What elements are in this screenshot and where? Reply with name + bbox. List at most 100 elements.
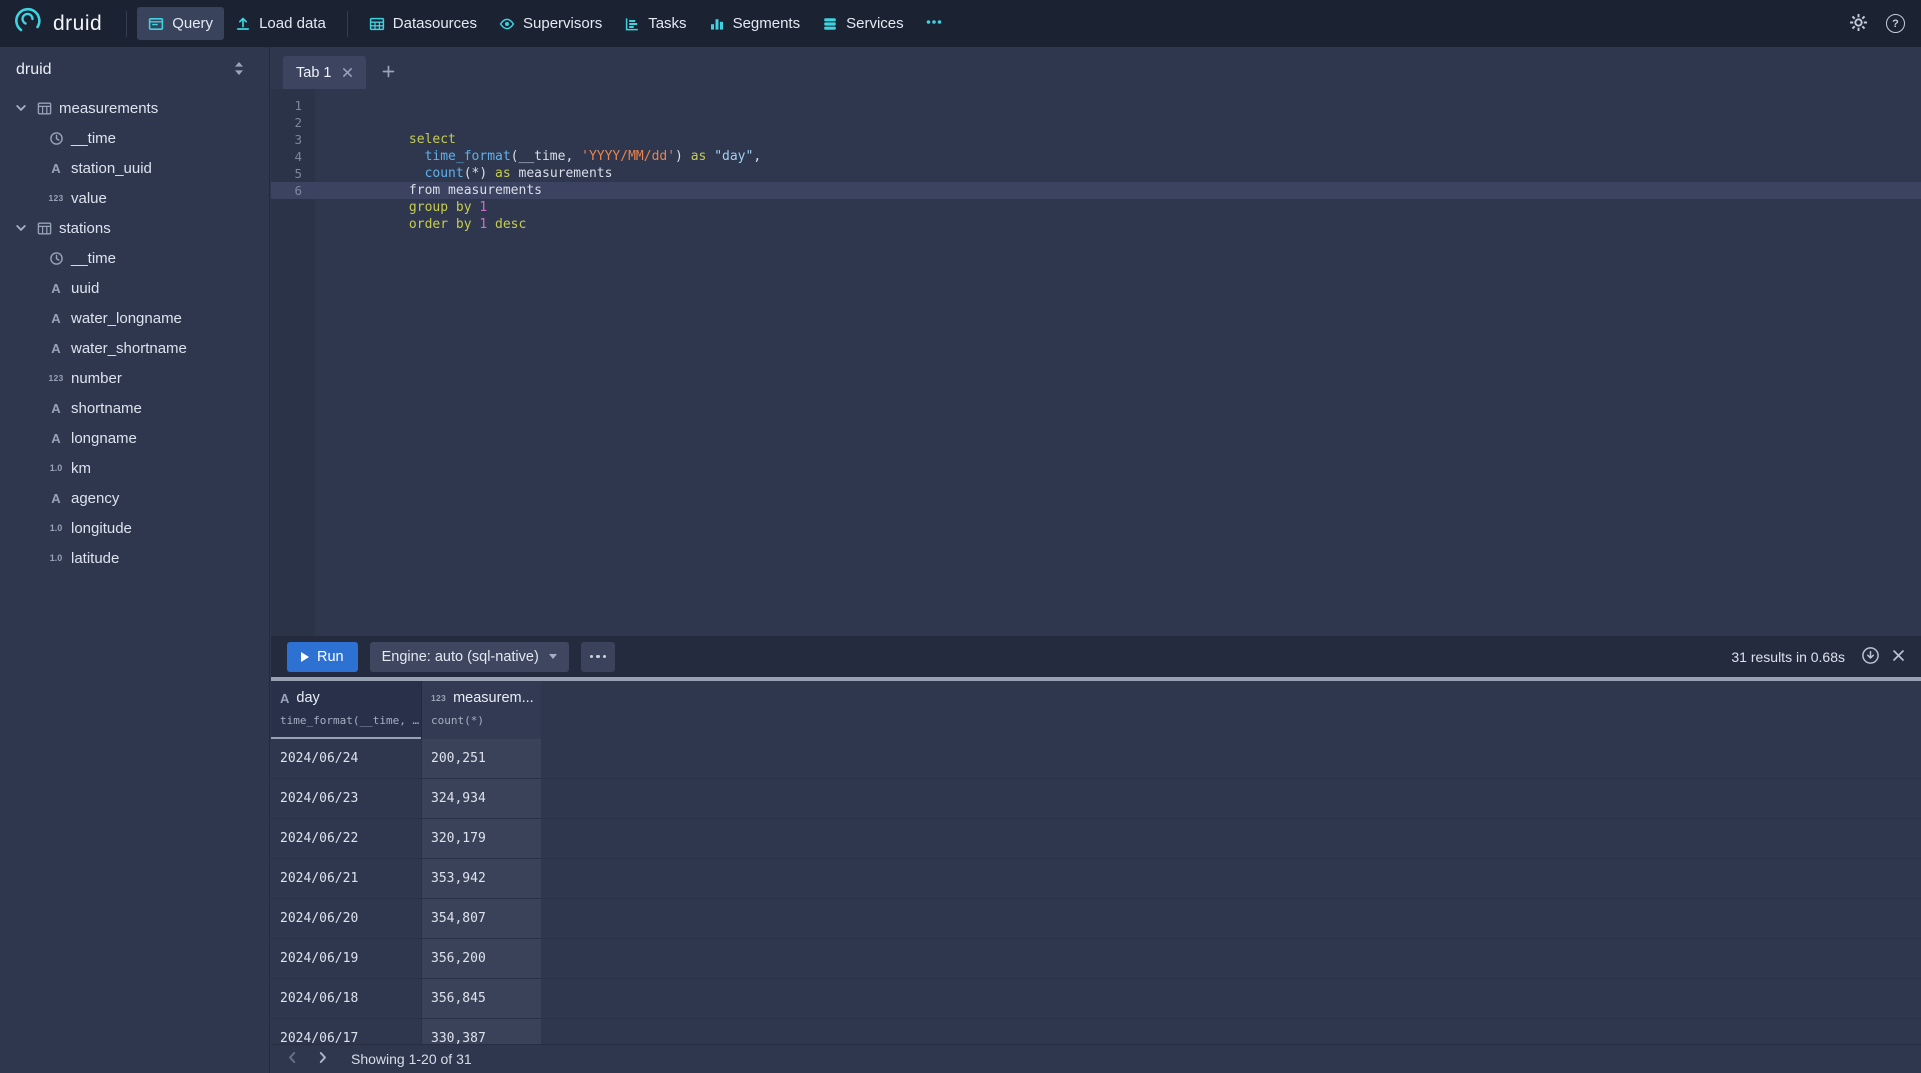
code-line[interactable]: 1 select: [271, 97, 1921, 114]
tree-item-label: stations: [59, 220, 111, 237]
result-row: 2024/06/22 320,179: [271, 819, 1921, 859]
more-icon: [925, 14, 943, 33]
help-icon: ?: [1886, 14, 1905, 33]
line-number: 5: [271, 165, 315, 182]
column-expression: count(*): [431, 714, 541, 727]
run-bar: Run Engine: auto (sql-native) 31 results…: [271, 636, 1921, 677]
code-token: as: [691, 149, 707, 164]
string-type-icon: A: [46, 161, 66, 176]
cell-count[interactable]: 330,387: [422, 1019, 541, 1044]
sort-columns-button[interactable]: [233, 61, 245, 79]
tree-item[interactable]: A 123 1.0 longname: [0, 423, 269, 453]
tree-item[interactable]: A 123 1.0 agency: [0, 483, 269, 513]
tree-item[interactable]: A 123 1.0 water_longname: [0, 303, 269, 333]
tree-item[interactable]: A 123 1.0 longitude: [0, 513, 269, 543]
tree-item[interactable]: A 123 1.0 uuid: [0, 273, 269, 303]
code-line[interactable]: 6 order by 1 desc: [271, 182, 1921, 199]
results-header: A day time_format(__time, … 123 measurem…: [271, 681, 1921, 739]
pagination-text: Showing 1-20 of 31: [351, 1051, 472, 1067]
nav-more-button[interactable]: [915, 7, 953, 40]
nav-item-load-data[interactable]: Load data: [224, 7, 337, 40]
services-icon: [822, 16, 838, 32]
supervisors-icon: [499, 16, 515, 32]
nav-item-datasources[interactable]: Datasources: [358, 7, 488, 40]
cell-count[interactable]: 356,845: [422, 979, 541, 1018]
help-button[interactable]: ?: [1886, 14, 1905, 33]
result-row: 2024/06/20 354,807: [271, 899, 1921, 939]
tree-item-label: longname: [71, 430, 137, 447]
druid-logo[interactable]: druid: [14, 6, 102, 41]
result-row: 2024/06/24 200,251: [271, 739, 1921, 779]
chevron-right-icon: [315, 1050, 330, 1068]
nav-item-supervisors[interactable]: Supervisors: [488, 7, 613, 40]
nav-item-tasks[interactable]: Tasks: [613, 7, 697, 40]
load-data-icon: [235, 16, 251, 32]
tree-item-label: shortname: [71, 400, 142, 417]
code-token: ,: [565, 149, 581, 164]
query-icon: [148, 16, 164, 32]
double-caret-vertical-icon: [233, 61, 245, 79]
run-button-label: Run: [317, 649, 344, 665]
nav-item-label: Tasks: [648, 15, 686, 32]
close-results-button[interactable]: [1892, 649, 1905, 665]
pagination-footer: Showing 1-20 of 31: [271, 1044, 1921, 1073]
tree-item[interactable]: A 123 1.0 __time: [0, 123, 269, 153]
tab-1[interactable]: Tab 1: [283, 56, 366, 89]
settings-button[interactable]: [1849, 13, 1868, 35]
nav-item-label: Datasources: [393, 15, 477, 32]
string-type-icon: A: [46, 341, 66, 356]
tree-item[interactable]: A 123 1.0 __time: [0, 243, 269, 273]
tree-item[interactable]: A 123 1.0 value: [0, 183, 269, 213]
code-line[interactable]: 2 time_format(__time, 'YYYY/MM/dd') as "…: [271, 114, 1921, 131]
nav-item-query[interactable]: Query: [137, 7, 224, 40]
cell-day[interactable]: 2024/06/19: [271, 939, 422, 978]
cell-day[interactable]: 2024/06/18: [271, 979, 422, 1018]
code-line[interactable]: 4 from measurements: [271, 148, 1921, 165]
cell-day[interactable]: 2024/06/17: [271, 1019, 422, 1044]
tree-item[interactable]: A 123 1.0 shortname: [0, 393, 269, 423]
nav-item-services[interactable]: Services: [811, 7, 915, 40]
play-icon: [301, 652, 309, 662]
cell-count[interactable]: 356,200: [422, 939, 541, 978]
close-tab-icon[interactable]: [342, 67, 353, 78]
tree-item[interactable]: A 123 1.0 number: [0, 363, 269, 393]
cell-count[interactable]: 324,934: [422, 779, 541, 818]
cell-day[interactable]: 2024/06/24: [271, 739, 422, 778]
code-line[interactable]: 3 count(*) as measurements: [271, 131, 1921, 148]
cell-count[interactable]: 353,942: [422, 859, 541, 898]
cell-day[interactable]: 2024/06/21: [271, 859, 422, 898]
clock-icon: [46, 131, 66, 146]
tree-item[interactable]: A 123 1.0 water_shortname: [0, 333, 269, 363]
code-token: desc: [495, 217, 526, 232]
engine-select[interactable]: Engine: auto (sql-native): [370, 642, 569, 672]
druid-wordmark: druid: [53, 12, 102, 36]
line-number: 1: [271, 97, 315, 114]
cell-day[interactable]: 2024/06/23: [271, 779, 422, 818]
tree-item[interactable]: A 123 1.0 stations: [0, 213, 269, 243]
query-more-button[interactable]: [581, 642, 615, 672]
next-page-button[interactable]: [309, 1047, 335, 1071]
table-icon: [34, 221, 54, 236]
cell-count[interactable]: 320,179: [422, 819, 541, 858]
cell-day[interactable]: 2024/06/22: [271, 819, 422, 858]
sort-indicator: [271, 737, 421, 739]
tree-item[interactable]: A 123 1.0 station_uuid: [0, 153, 269, 183]
download-results-button[interactable]: [1861, 646, 1880, 668]
column-header-measurements[interactable]: 123 measurem... count(*): [422, 681, 541, 739]
cell-day[interactable]: 2024/06/20: [271, 899, 422, 938]
run-button[interactable]: Run: [287, 642, 358, 672]
close-icon: [1892, 649, 1905, 665]
prev-page-button[interactable]: [279, 1047, 305, 1071]
string-type-icon: A: [46, 401, 66, 416]
cell-count[interactable]: 354,807: [422, 899, 541, 938]
code-content: from measurements: [315, 148, 542, 165]
sql-editor[interactable]: 1 select 2 time_format(__time, 'YYYY/MM/…: [271, 89, 1921, 636]
tree-item[interactable]: A 123 1.0 latitude: [0, 543, 269, 573]
tree-item[interactable]: A 123 1.0 km: [0, 453, 269, 483]
tree-item[interactable]: A 123 1.0 measurements: [0, 93, 269, 123]
column-header-day[interactable]: A day time_format(__time, …: [271, 681, 422, 739]
tree-item-label: __time: [71, 250, 116, 267]
nav-item-segments[interactable]: Segments: [698, 7, 812, 40]
add-tab-button[interactable]: [372, 56, 405, 89]
cell-count[interactable]: 200,251: [422, 739, 541, 778]
